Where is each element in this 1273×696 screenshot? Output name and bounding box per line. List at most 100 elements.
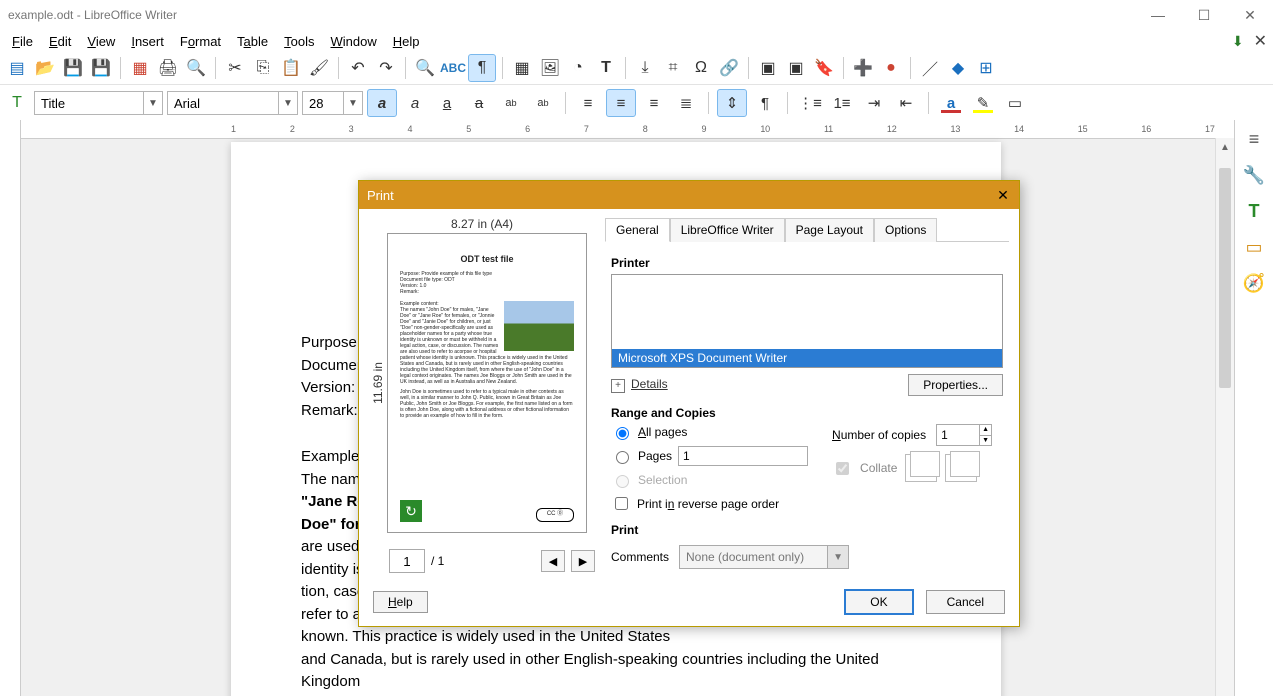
- tab-writer[interactable]: LibreOffice Writer: [670, 218, 785, 242]
- chart-icon[interactable]: ◔: [565, 55, 591, 81]
- print-preview-icon[interactable]: 🔍: [183, 55, 209, 81]
- menu-tools[interactable]: Tools: [276, 32, 322, 51]
- align-center-icon[interactable]: ≡: [606, 89, 636, 117]
- menu-insert[interactable]: Insert: [123, 32, 172, 51]
- radio-all-pages[interactable]: All pages: [611, 424, 808, 440]
- field-icon[interactable]: ⌗: [660, 55, 686, 81]
- save-as-icon[interactable]: 💾: [88, 55, 114, 81]
- reverse-order-input[interactable]: [615, 497, 628, 510]
- reverse-order-checkbox[interactable]: Print in reverse page order: [611, 494, 808, 513]
- font-size-input[interactable]: [303, 96, 343, 111]
- menu-file[interactable]: File: [4, 32, 41, 51]
- menu-edit[interactable]: Edit: [41, 32, 79, 51]
- copies-spinner[interactable]: ▲▼: [936, 424, 992, 446]
- font-size-combo[interactable]: ▼: [302, 91, 363, 115]
- sidebar-properties-icon[interactable]: 🔧: [1241, 162, 1267, 188]
- new-doc-icon[interactable]: ▤: [4, 55, 30, 81]
- chevron-down-icon[interactable]: ▼: [343, 92, 362, 114]
- print-icon[interactable]: 🖨: [155, 55, 181, 81]
- track-changes-icon[interactable]: ●: [878, 55, 904, 81]
- preview-page-input[interactable]: [389, 549, 425, 573]
- spin-down-icon[interactable]: ▼: [979, 436, 991, 446]
- align-left-icon[interactable]: ≡: [574, 90, 602, 116]
- special-char-icon[interactable]: Ω: [688, 55, 714, 81]
- highlight-icon[interactable]: ✎: [969, 90, 997, 116]
- cancel-button[interactable]: Cancel: [926, 590, 1005, 614]
- dialog-titlebar[interactable]: Print ✕: [359, 181, 1019, 209]
- comment-icon[interactable]: ➕: [850, 55, 876, 81]
- ok-button[interactable]: OK: [844, 589, 913, 615]
- paragraph-bg-icon[interactable]: ▭: [1001, 90, 1029, 116]
- redo-icon[interactable]: ↷: [373, 55, 399, 81]
- font-name-combo[interactable]: ▼: [167, 91, 298, 115]
- number-list-icon[interactable]: 1≡: [828, 90, 856, 116]
- underline-icon[interactable]: a: [433, 90, 461, 116]
- menu-table[interactable]: Table: [229, 32, 276, 51]
- sidebar-menu-icon[interactable]: ≡: [1241, 126, 1267, 152]
- save-icon[interactable]: 💾: [60, 55, 86, 81]
- spin-up-icon[interactable]: ▲: [979, 425, 991, 436]
- preview-next-button[interactable]: ▶: [571, 550, 595, 572]
- superscript-icon[interactable]: ab: [497, 90, 525, 116]
- bold-icon[interactable]: a: [367, 89, 397, 117]
- printer-item-selected[interactable]: Microsoft XPS Document Writer: [612, 349, 1002, 367]
- italic-icon[interactable]: a: [401, 90, 429, 116]
- menu-help[interactable]: Help: [385, 32, 428, 51]
- bookmark-icon[interactable]: 🔖: [811, 55, 837, 81]
- image-icon[interactable]: 🖼: [537, 55, 563, 81]
- paragraph-style-input[interactable]: [35, 96, 143, 111]
- find-icon[interactable]: 🔍: [412, 55, 438, 81]
- tab-general[interactable]: General: [605, 218, 670, 242]
- sidebar-navigator-icon[interactable]: 🧭: [1241, 270, 1267, 296]
- line-icon[interactable]: ／: [917, 55, 943, 81]
- hyperlink-icon[interactable]: 🔗: [716, 55, 742, 81]
- menu-view[interactable]: View: [79, 32, 123, 51]
- strikethrough-icon[interactable]: a: [465, 90, 493, 116]
- paragraph-spacing-icon[interactable]: ¶: [751, 90, 779, 116]
- font-name-input[interactable]: [168, 96, 278, 111]
- cut-icon[interactable]: ✂: [222, 55, 248, 81]
- open-icon[interactable]: 📂: [32, 55, 58, 81]
- decrease-indent-icon[interactable]: ⇤: [892, 90, 920, 116]
- endnote-icon[interactable]: ▣: [783, 55, 809, 81]
- undo-icon[interactable]: ↶: [345, 55, 371, 81]
- tab-options[interactable]: Options: [874, 218, 937, 242]
- pdf-export-icon[interactable]: ▦: [127, 55, 153, 81]
- spellcheck-icon[interactable]: ABC: [440, 55, 466, 81]
- scroll-up-icon[interactable]: ▲: [1216, 138, 1234, 156]
- preview-prev-button[interactable]: ◀: [541, 550, 565, 572]
- scroll-thumb[interactable]: [1219, 168, 1231, 388]
- bullet-list-icon[interactable]: ⋮≡: [796, 90, 824, 116]
- details-toggle[interactable]: +Details: [611, 377, 668, 393]
- subscript-icon[interactable]: ab: [529, 90, 557, 116]
- footnote-icon[interactable]: ▣: [755, 55, 781, 81]
- paste-icon[interactable]: 📋: [278, 55, 304, 81]
- line-spacing-icon[interactable]: ⇕: [717, 89, 747, 117]
- draw-functions-icon[interactable]: ⊞: [973, 55, 999, 81]
- basic-shapes-icon[interactable]: ◆: [945, 55, 971, 81]
- clone-format-icon[interactable]: 🖌: [306, 55, 332, 81]
- copies-input[interactable]: [937, 425, 979, 445]
- paragraph-style-combo[interactable]: ▼: [34, 91, 163, 115]
- radio-pages[interactable]: Pages: [611, 446, 808, 466]
- increase-indent-icon[interactable]: ⇥: [860, 90, 888, 116]
- sidebar-gallery-icon[interactable]: ▭: [1241, 234, 1267, 260]
- justify-icon[interactable]: ≣: [672, 90, 700, 116]
- menu-format[interactable]: Format: [172, 32, 229, 51]
- window-close-button[interactable]: ✕: [1227, 0, 1273, 30]
- formatting-marks-icon[interactable]: ¶: [468, 54, 496, 82]
- radio-all-pages-input[interactable]: [616, 427, 629, 440]
- window-minimize-button[interactable]: ―: [1135, 0, 1181, 30]
- tab-page-layout[interactable]: Page Layout: [785, 218, 874, 242]
- align-right-icon[interactable]: ≡: [640, 90, 668, 116]
- properties-button[interactable]: Properties...: [908, 374, 1003, 396]
- copy-icon[interactable]: ⎘: [250, 55, 276, 81]
- font-color-icon[interactable]: a: [937, 90, 965, 116]
- radio-pages-input[interactable]: [616, 451, 629, 464]
- textbox-icon[interactable]: T: [593, 55, 619, 81]
- menu-window[interactable]: Window: [323, 32, 385, 51]
- close-document-button[interactable]: ✕: [1254, 31, 1267, 51]
- window-maximize-button[interactable]: ☐: [1181, 0, 1227, 30]
- page-break-icon[interactable]: ⤓: [632, 55, 658, 81]
- vertical-scrollbar[interactable]: ▲: [1215, 138, 1234, 696]
